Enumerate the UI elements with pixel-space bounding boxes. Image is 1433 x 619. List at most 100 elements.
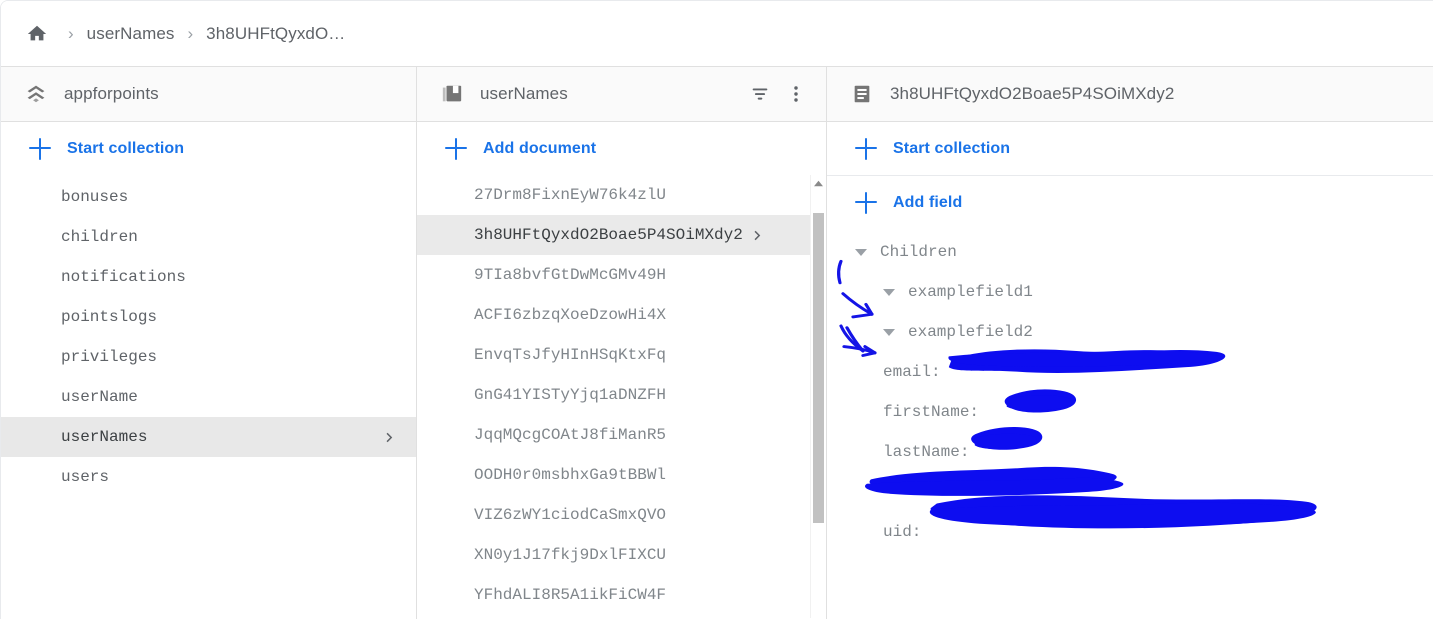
project-name: appforpoints (64, 84, 159, 103)
document-item-label: ACFI6zbzqXoeDzowHi4X (474, 306, 667, 324)
field-row[interactable]: lastName: (827, 432, 1433, 472)
collections-panel: appforpoints Start collection bonuses chi… (1, 67, 417, 619)
document-item[interactable]: ACFI6zbzqXoeDzowHi4X (417, 295, 826, 335)
collection-item[interactable]: notifications (1, 257, 416, 297)
document-icon (849, 81, 875, 107)
document-detail-panel: 3h8UHFtQyxdO2Boae5P4SOiMXdy2 Start colle… (827, 67, 1433, 619)
collection-item[interactable]: userName (1, 377, 416, 417)
firestore-database-icon (23, 81, 49, 107)
add-field-label: Add field (893, 193, 963, 211)
document-item[interactable]: JqqMQcgCOAtJ8fiManR5 (417, 415, 826, 455)
collection-item[interactable]: users (1, 457, 416, 497)
scrollbar-track[interactable] (811, 191, 826, 618)
chevron-right-icon (749, 227, 766, 244)
documents-panel: userNames Add document 27Drm8FixnEyW76k4… (417, 67, 827, 619)
document-item-label: 27Drm8FixnEyW76k4zlU (474, 186, 667, 204)
collection-item[interactable]: bonuses (1, 177, 416, 217)
scroll-up-arrow-icon[interactable] (811, 175, 826, 191)
start-collection-label: Start collection (893, 139, 1011, 157)
collection-item-label: userName (61, 388, 138, 406)
collections-list: bonuses children notifications pointslogs pr… (1, 175, 416, 497)
home-icon[interactable] (23, 20, 51, 48)
collection-item-label: pointslogs (61, 308, 158, 326)
more-vert-icon[interactable] (780, 78, 812, 110)
breadcrumb-item-usernames[interactable]: userNames (87, 24, 175, 44)
add-document-label: Add document (483, 139, 597, 157)
collection-item-label: notifications (61, 268, 186, 286)
breadcrumb-item-document[interactable]: 3h8UHFtQyxdO… (206, 24, 345, 44)
document-item[interactable]: YFhdALI8R5A1ikFiCW4F (417, 575, 826, 615)
plus-icon (855, 137, 877, 160)
field-name: firstName: (883, 403, 980, 421)
document-item-label: VIZ6zWY1ciodCaSmxQVO (474, 506, 667, 524)
document-item[interactable]: VIZ6zWY1ciodCaSmxQVO (417, 495, 826, 535)
start-collection-button-left[interactable]: Start collection (1, 122, 416, 175)
documents-list: 27Drm8FixnEyW76k4zlU 3h8UHFtQyxdO2Boae5P4… (417, 175, 826, 615)
plus-icon (855, 191, 877, 214)
document-item-label: 9TIa8bvfGtDwMcGMv49H (474, 266, 667, 284)
collection-item[interactable]: userNames (1, 417, 416, 457)
plus-icon (29, 137, 51, 160)
document-item-label: GnG41YISTyYjq1aDNZFH (474, 386, 667, 404)
field-name: uid: (883, 523, 922, 541)
document-item[interactable]: 9TIa8bvfGtDwMcGMv49H (417, 255, 826, 295)
field-row[interactable]: email: (827, 352, 1433, 392)
document-item-label: JqqMQcgCOAtJ8fiManR5 (474, 426, 667, 444)
document-item[interactable]: EnvqTsJfyHInHSqKtxFq (417, 335, 826, 375)
field-row-expandable[interactable]: examplefield2 (827, 312, 1433, 352)
document-item-label: OODH0r0msbhxGa9tBBWl (474, 466, 667, 484)
document-item[interactable]: 27Drm8FixnEyW76k4zlU (417, 175, 826, 215)
field-name: lastName: (883, 443, 970, 461)
collection-item-label: bonuses (61, 188, 129, 206)
field-row-expandable[interactable]: examplefield1 (827, 272, 1433, 312)
panels-container: appforpoints Start collection bonuses chi… (1, 67, 1433, 619)
breadcrumb: › userNames › 3h8UHFtQyxdO… (1, 1, 1433, 67)
fields-list: Children examplefield1 examplefield2 email:… (827, 229, 1433, 552)
collection-item-label: children (61, 228, 138, 246)
filter-icon[interactable] (744, 78, 776, 110)
collection-item[interactable]: privileges (1, 337, 416, 377)
firestore-data-console: › userNames › 3h8UHFtQyxdO… appforpoints (0, 0, 1433, 619)
documents-panel-header: userNames (417, 67, 826, 122)
document-item[interactable]: XN0y1J17fkj9DxlFIXCU (417, 535, 826, 575)
collection-item-label: users (61, 468, 110, 486)
breadcrumb-separator-2: › (187, 24, 194, 43)
documents-scroll-area: 27Drm8FixnEyW76k4zlU 3h8UHFtQyxdO2Boae5P4… (417, 175, 826, 618)
breadcrumb-separator-1: › (68, 24, 74, 43)
add-document-button[interactable]: Add document (417, 122, 826, 175)
start-collection-label: Start collection (67, 139, 185, 157)
field-name: email: (883, 363, 941, 381)
collection-icon (439, 81, 465, 107)
field-name: Children (880, 243, 957, 261)
collection-item-label: privileges (61, 348, 158, 366)
document-item[interactable]: GnG41YISTyYjq1aDNZFH (417, 375, 826, 415)
field-name: examplefield1 (908, 283, 1033, 301)
documents-scrollbar[interactable] (810, 175, 826, 618)
caret-down-icon[interactable] (883, 328, 895, 336)
field-name: examplefield2 (908, 323, 1033, 341)
collection-item[interactable]: pointslogs (1, 297, 416, 337)
document-id: 3h8UHFtQyxdO2Boae5P4SOiMXdy2 (890, 84, 1175, 103)
document-item-label: EnvqTsJfyHInHSqKtxFq (474, 346, 667, 364)
collections-panel-header: appforpoints (1, 67, 416, 122)
document-item[interactable]: 3h8UHFtQyxdO2Boae5P4SOiMXdy2 (417, 215, 826, 255)
collection-item-label: userNames (61, 428, 148, 446)
scrollbar-thumb[interactable] (813, 213, 824, 523)
field-row-expandable[interactable]: Children (827, 232, 1433, 272)
field-row[interactable]: uid: (827, 512, 1433, 552)
document-item-label: 3h8UHFtQyxdO2Boae5P4SOiMXdy2 (474, 226, 743, 244)
plus-icon (445, 137, 467, 160)
start-collection-button-right[interactable]: Start collection (827, 122, 1433, 175)
document-item-label: YFhdALI8R5A1ikFiCW4F (474, 586, 667, 604)
document-item[interactable]: OODH0r0msbhxGa9tBBWl (417, 455, 826, 495)
document-detail-header: 3h8UHFtQyxdO2Boae5P4SOiMXdy2 (827, 67, 1433, 122)
field-row[interactable]: firstName: (827, 392, 1433, 432)
collection-item[interactable]: children (1, 217, 416, 257)
chevron-right-icon (381, 429, 398, 446)
document-item-label: XN0y1J17fkj9DxlFIXCU (474, 546, 667, 564)
caret-down-icon[interactable] (855, 248, 867, 256)
collection-name: userNames (480, 84, 568, 103)
add-field-button[interactable]: Add field (827, 176, 1433, 229)
caret-down-icon[interactable] (883, 288, 895, 296)
field-row[interactable] (827, 472, 1433, 512)
